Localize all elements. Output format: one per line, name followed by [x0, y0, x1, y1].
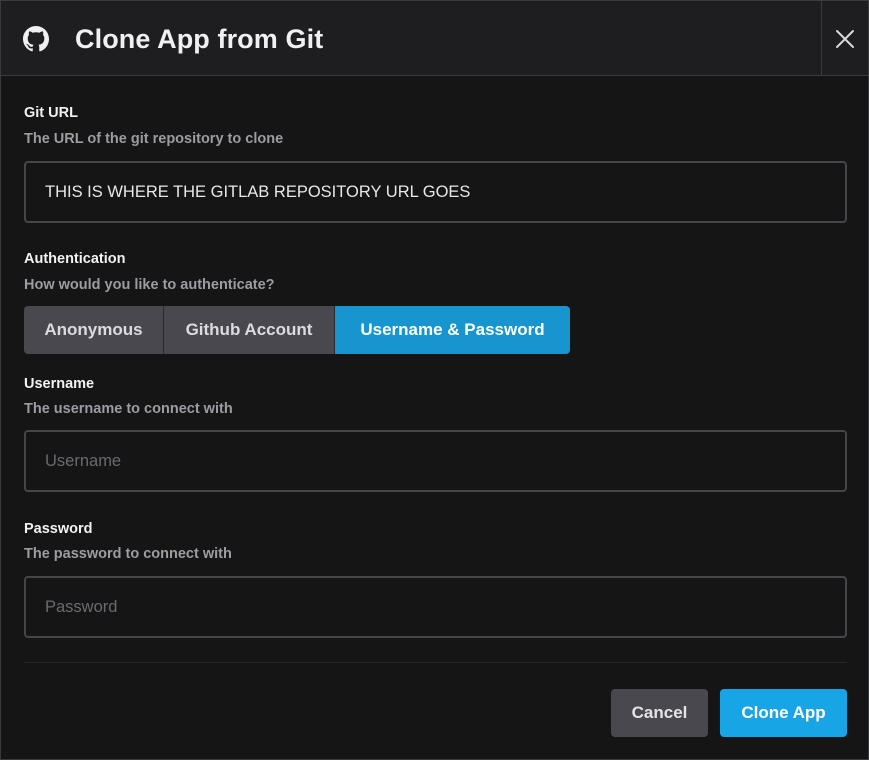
- authentication-selector: Anonymous Github Account Username & Pass…: [24, 306, 570, 354]
- dialog-header: Clone App from Git: [1, 1, 868, 76]
- footer-divider: [24, 662, 847, 663]
- password-input[interactable]: [24, 576, 847, 638]
- git-url-input[interactable]: [24, 161, 847, 223]
- clone-app-button[interactable]: Clone App: [720, 689, 847, 737]
- close-button[interactable]: [821, 1, 868, 76]
- username-input[interactable]: [24, 430, 847, 492]
- close-icon: [836, 29, 854, 48]
- password-label: Password: [24, 521, 93, 537]
- username-description: The username to connect with: [24, 401, 233, 417]
- dialog-title: Clone App from Git: [75, 24, 324, 54]
- username-label: Username: [24, 376, 95, 392]
- authentication-label: Authentication: [24, 251, 126, 267]
- auth-option-username-password[interactable]: Username & Password: [335, 306, 570, 354]
- github-icon: [23, 26, 49, 52]
- git-url-label: Git URL: [24, 105, 78, 121]
- auth-option-anonymous[interactable]: Anonymous: [24, 306, 164, 354]
- password-description: The password to connect with: [24, 546, 232, 562]
- authentication-description: How would you like to authenticate?: [24, 277, 275, 293]
- git-url-description: The URL of the git repository to clone: [24, 131, 284, 147]
- clone-app-dialog: Clone App from Git Git URL The URL of th…: [0, 0, 869, 760]
- cancel-button[interactable]: Cancel: [611, 689, 708, 737]
- auth-option-github-account[interactable]: Github Account: [164, 306, 335, 354]
